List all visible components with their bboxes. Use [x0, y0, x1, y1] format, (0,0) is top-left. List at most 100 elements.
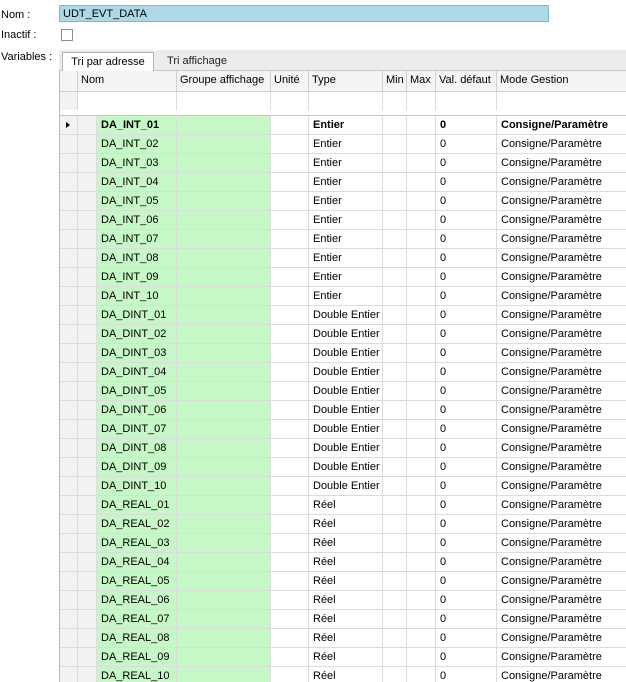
cell-unite[interactable]	[271, 515, 309, 534]
table-row[interactable]: DA_REAL_03 Réel 0 Consigne/Paramètre	[60, 534, 626, 553]
cell-mode-gestion[interactable]: Consigne/Paramètre	[497, 458, 626, 477]
row-selector[interactable]	[60, 496, 78, 515]
cell-val-defaut[interactable]: 0	[436, 116, 497, 135]
cell-max[interactable]	[407, 306, 436, 325]
cell-min[interactable]	[383, 591, 407, 610]
tab-tri-par-adresse[interactable]: Tri par adresse	[62, 52, 154, 72]
table-row[interactable]: DA_REAL_01 Réel 0 Consigne/Paramètre	[60, 496, 626, 515]
cell-val-defaut[interactable]: 0	[436, 230, 497, 249]
cell-mode-gestion[interactable]: Consigne/Paramètre	[497, 667, 626, 682]
cell-type[interactable]: Réel	[309, 534, 383, 553]
cell-mode-gestion[interactable]: Consigne/Paramètre	[497, 116, 626, 135]
cell-val-defaut[interactable]: 0	[436, 325, 497, 344]
cell-min[interactable]	[383, 135, 407, 154]
row-selector[interactable]	[60, 192, 78, 211]
cell-max[interactable]	[407, 173, 436, 192]
table-row[interactable]: DA_INT_08 Entier 0 Consigne/Paramètre	[60, 249, 626, 268]
cell-unite[interactable]	[271, 534, 309, 553]
table-row[interactable]: DA_REAL_04 Réel 0 Consigne/Paramètre	[60, 553, 626, 572]
cell-type[interactable]: Double Entier	[309, 325, 383, 344]
table-row[interactable]: DA_REAL_06 Réel 0 Consigne/Paramètre	[60, 591, 626, 610]
cell-mode-gestion[interactable]: Consigne/Paramètre	[497, 287, 626, 306]
row-selector[interactable]	[60, 629, 78, 648]
filter-nom[interactable]	[78, 92, 177, 111]
cell-val-defaut[interactable]: 0	[436, 306, 497, 325]
tab-tri-affichage[interactable]: Tri affichage	[157, 52, 237, 71]
cell-min[interactable]	[383, 496, 407, 515]
table-row[interactable]: DA_DINT_07 Double Entier 0 Consigne/Paramèt…	[60, 420, 626, 439]
row-selector[interactable]	[60, 306, 78, 325]
cell-min[interactable]	[383, 192, 407, 211]
cell-groupe-affichage[interactable]	[177, 572, 271, 591]
row-selector[interactable]	[60, 135, 78, 154]
cell-type[interactable]: Réel	[309, 629, 383, 648]
row-selector[interactable]	[60, 534, 78, 553]
table-row[interactable]: DA_DINT_03 Double Entier 0 Consigne/Paramèt…	[60, 344, 626, 363]
cell-groupe-affichage[interactable]	[177, 458, 271, 477]
cell-groupe-affichage[interactable]	[177, 610, 271, 629]
cell-mode-gestion[interactable]: Consigne/Paramètre	[497, 515, 626, 534]
cell-unite[interactable]	[271, 477, 309, 496]
cell-max[interactable]	[407, 325, 436, 344]
cell-unite[interactable]	[271, 325, 309, 344]
cell-min[interactable]	[383, 629, 407, 648]
cell-groupe-affichage[interactable]	[177, 249, 271, 268]
table-row[interactable]: DA_INT_05 Entier 0 Consigne/Paramètre	[60, 192, 626, 211]
cell-max[interactable]	[407, 211, 436, 230]
cell-type[interactable]: Double Entier	[309, 306, 383, 325]
cell-mode-gestion[interactable]: Consigne/Paramètre	[497, 192, 626, 211]
header-type[interactable]: Type	[309, 71, 383, 92]
cell-max[interactable]	[407, 363, 436, 382]
header-nom[interactable]: Nom	[78, 71, 177, 92]
cell-unite[interactable]	[271, 230, 309, 249]
row-selector[interactable]	[60, 458, 78, 477]
row-selector[interactable]	[60, 363, 78, 382]
cell-val-defaut[interactable]: 0	[436, 553, 497, 572]
cell-type[interactable]: Entier	[309, 249, 383, 268]
cell-nom[interactable]: DA_INT_03	[97, 154, 177, 173]
cell-max[interactable]	[407, 230, 436, 249]
cell-groupe-affichage[interactable]	[177, 667, 271, 682]
cell-nom[interactable]: DA_REAL_02	[97, 515, 177, 534]
cell-type[interactable]: Réel	[309, 648, 383, 667]
cell-groupe-affichage[interactable]	[177, 553, 271, 572]
table-row[interactable]: DA_INT_02 Entier 0 Consigne/Paramètre	[60, 135, 626, 154]
cell-val-defaut[interactable]: 0	[436, 287, 497, 306]
cell-max[interactable]	[407, 135, 436, 154]
cell-mode-gestion[interactable]: Consigne/Paramètre	[497, 420, 626, 439]
cell-val-defaut[interactable]: 0	[436, 458, 497, 477]
header-unite[interactable]: Unité	[271, 71, 309, 92]
cell-min[interactable]	[383, 534, 407, 553]
cell-max[interactable]	[407, 572, 436, 591]
cell-unite[interactable]	[271, 249, 309, 268]
table-row[interactable]: DA_REAL_02 Réel 0 Consigne/Paramètre	[60, 515, 626, 534]
cell-val-defaut[interactable]: 0	[436, 268, 497, 287]
cell-min[interactable]	[383, 211, 407, 230]
cell-mode-gestion[interactable]: Consigne/Paramètre	[497, 306, 626, 325]
cell-groupe-affichage[interactable]	[177, 420, 271, 439]
table-row[interactable]: DA_INT_07 Entier 0 Consigne/Paramètre	[60, 230, 626, 249]
cell-groupe-affichage[interactable]	[177, 439, 271, 458]
table-row[interactable]: DA_DINT_01 Double Entier 0 Consigne/Paramèt…	[60, 306, 626, 325]
cell-nom[interactable]: DA_REAL_09	[97, 648, 177, 667]
cell-groupe-affichage[interactable]	[177, 306, 271, 325]
cell-nom[interactable]: DA_INT_01	[97, 116, 177, 135]
cell-groupe-affichage[interactable]	[177, 325, 271, 344]
cell-groupe-affichage[interactable]	[177, 515, 271, 534]
cell-groupe-affichage[interactable]	[177, 344, 271, 363]
cell-type[interactable]: Double Entier	[309, 439, 383, 458]
table-row[interactable]: DA_REAL_09 Réel 0 Consigne/Paramètre	[60, 648, 626, 667]
cell-val-defaut[interactable]: 0	[436, 496, 497, 515]
table-row[interactable]: DA_REAL_10 Réel 0 Consigne/Paramètre	[60, 667, 626, 682]
cell-groupe-affichage[interactable]	[177, 211, 271, 230]
cell-unite[interactable]	[271, 439, 309, 458]
cell-min[interactable]	[383, 325, 407, 344]
cell-nom[interactable]: DA_REAL_06	[97, 591, 177, 610]
header-groupe-affichage[interactable]: Groupe affichage	[177, 71, 271, 92]
cell-max[interactable]	[407, 401, 436, 420]
cell-val-defaut[interactable]: 0	[436, 135, 497, 154]
cell-max[interactable]	[407, 249, 436, 268]
cell-min[interactable]	[383, 344, 407, 363]
cell-groupe-affichage[interactable]	[177, 268, 271, 287]
cell-max[interactable]	[407, 667, 436, 682]
